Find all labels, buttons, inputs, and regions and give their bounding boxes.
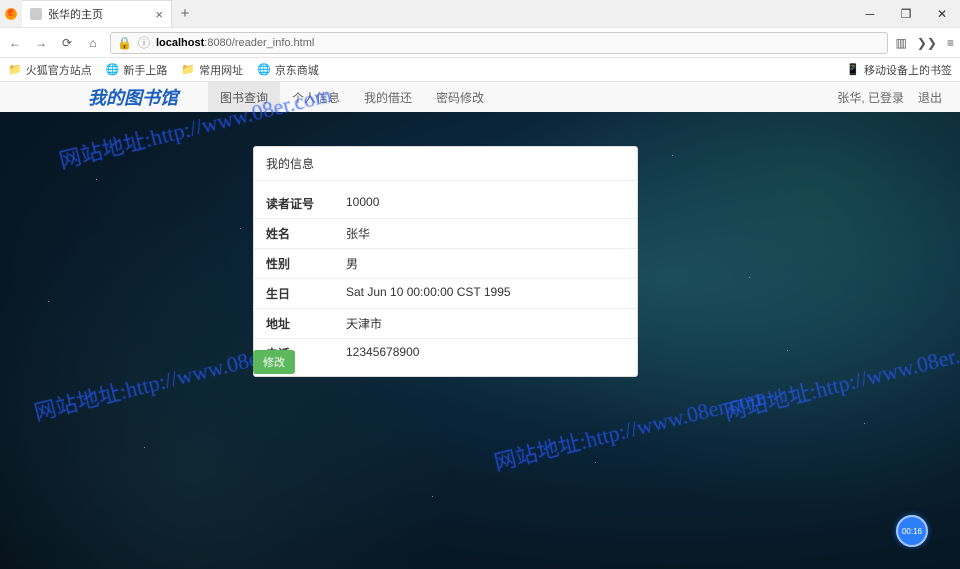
back-button[interactable]: ← (6, 34, 24, 52)
globe-icon: 🌐 (257, 63, 271, 76)
tab-title: 张华的主页 (48, 6, 149, 22)
field-label: 性别 (254, 249, 334, 278)
folder-icon: 📁 (8, 63, 22, 76)
window-controls: ─ ❐ ✕ (852, 0, 960, 27)
field-label: 读者证号 (254, 189, 334, 218)
maximize-button[interactable]: ❐ (888, 0, 924, 27)
edit-wrap: 修改 (253, 344, 295, 376)
url-text: localhost:8080/reader_info.html (156, 37, 314, 49)
nav-user-area: 张华, 已登录 退出 (837, 82, 960, 112)
panel-title: 我的信息 (254, 147, 637, 181)
close-window-button[interactable]: ✕ (924, 0, 960, 27)
field-label: 生日 (254, 279, 334, 308)
field-value: 12345678900 (334, 339, 637, 368)
nav-item-profile[interactable]: 个人信息 (280, 82, 352, 112)
bookmark-item[interactable]: 📁火狐官方站点 (8, 62, 92, 78)
folder-icon: 📁 (181, 63, 195, 76)
reload-button[interactable]: ⟳ (58, 34, 76, 52)
timer-badge: 00:16 (896, 515, 928, 547)
address-bar[interactable]: 🔒 ⓘ localhost:8080/reader_info.html (110, 32, 888, 54)
bookmark-item[interactable]: 📁常用网址 (181, 62, 243, 78)
forward-button[interactable]: → (32, 34, 50, 52)
browser-titlebar: 张华的主页 × + ─ ❐ ✕ (0, 0, 960, 28)
bookmark-item[interactable]: 🌐京东商城 (257, 62, 319, 78)
home-button[interactable]: ⌂ (84, 34, 102, 52)
table-row: 生日Sat Jun 10 00:00:00 CST 1995 (254, 279, 637, 309)
field-value: 10000 (334, 189, 637, 218)
browser-tab[interactable]: 张华的主页 × (22, 0, 172, 27)
nav-item-borrow[interactable]: 我的借还 (352, 82, 424, 112)
field-value: 天津市 (334, 309, 637, 338)
mobile-icon: 📱 (846, 63, 860, 76)
field-value: Sat Jun 10 00:00:00 CST 1995 (334, 279, 637, 308)
firefox-logo-icon (0, 0, 22, 27)
nav-item-password[interactable]: 密码修改 (424, 82, 496, 112)
field-value: 男 (334, 249, 637, 278)
minimize-button[interactable]: ─ (852, 0, 888, 27)
nav-item-book-search[interactable]: 图书查询 (208, 82, 280, 112)
panel-body: 读者证号10000 姓名张华 性别男 生日Sat Jun 10 00:00:00… (254, 181, 637, 376)
reader-icon[interactable]: ▥ (896, 36, 907, 50)
globe-icon: 🌐 (106, 63, 120, 76)
logout-link[interactable]: 退出 (918, 89, 942, 106)
site-brand[interactable]: 我的图书馆 (88, 82, 178, 112)
site-topnav: 我的图书馆 图书查询 个人信息 我的借还 密码修改 张华, 已登录 退出 (0, 82, 960, 112)
field-value: 张华 (334, 219, 637, 248)
table-row: 读者证号10000 (254, 189, 637, 219)
table-row: 性别男 (254, 249, 637, 279)
navbar-right-icons: ▥ ❯❯ ≡ (896, 36, 954, 50)
menu-icon[interactable]: ≡ (947, 36, 954, 50)
extensions-icon[interactable]: ❯❯ (917, 36, 937, 50)
page-content: 我的图书馆 图书查询 个人信息 我的借还 密码修改 张华, 已登录 退出 网站地… (0, 82, 960, 569)
tab-favicon-icon (30, 8, 42, 20)
table-row: 电话12345678900 (254, 339, 637, 368)
browser-navbar: ← → ⟳ ⌂ 🔒 ⓘ localhost:8080/reader_info.h… (0, 28, 960, 58)
info-panel: 我的信息 读者证号10000 姓名张华 性别男 生日Sat Jun 10 00:… (253, 146, 638, 377)
bookmark-item[interactable]: 🌐新手上路 (106, 62, 168, 78)
mobile-bookmarks[interactable]: 📱移动设备上的书签 (846, 62, 952, 78)
table-row: 地址天津市 (254, 309, 637, 339)
bookmarks-bar: 📁火狐官方站点 🌐新手上路 📁常用网址 🌐京东商城 📱移动设备上的书签 (0, 58, 960, 82)
info-icon: ⓘ (138, 34, 150, 51)
user-logged-text: 张华, 已登录 (837, 89, 904, 106)
edit-button[interactable]: 修改 (253, 350, 295, 374)
field-label: 地址 (254, 309, 334, 338)
close-tab-icon[interactable]: × (155, 7, 163, 22)
table-row: 姓名张华 (254, 219, 637, 249)
new-tab-button[interactable]: + (172, 0, 198, 27)
field-label: 姓名 (254, 219, 334, 248)
lock-icon: 🔒 (117, 36, 132, 50)
